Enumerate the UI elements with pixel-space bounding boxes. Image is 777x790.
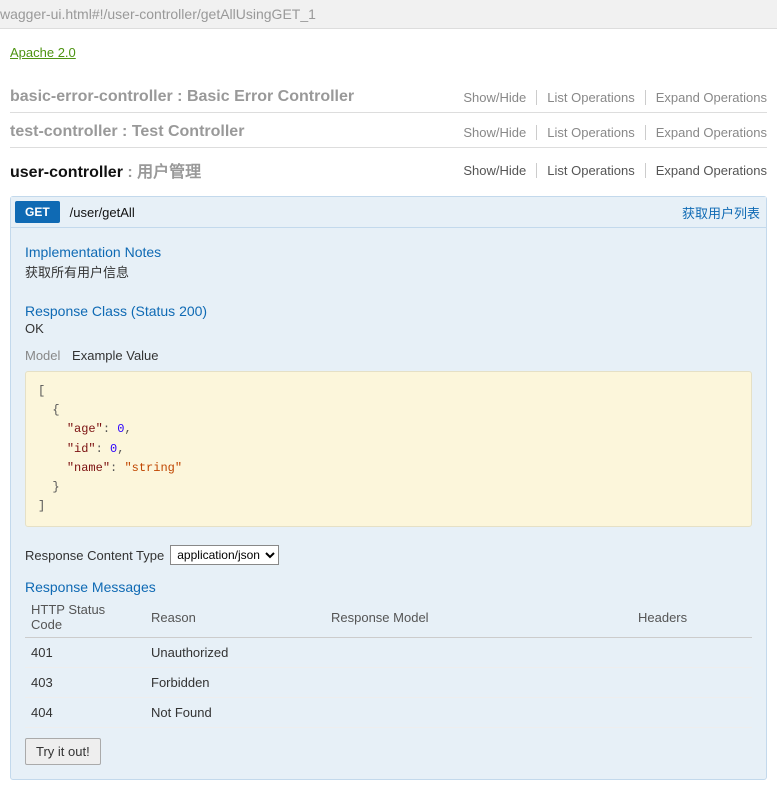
col-response-model: Response Model: [325, 597, 632, 638]
show-hide-link[interactable]: Show/Hide: [453, 125, 537, 140]
model-tab[interactable]: Model: [25, 348, 60, 363]
col-reason: Reason: [145, 597, 325, 638]
col-http-status: HTTP Status Code: [25, 597, 145, 638]
try-it-out-button[interactable]: Try it out!: [25, 738, 101, 765]
http-method-badge: GET: [15, 201, 60, 223]
controller-name: basic-error-controller: [10, 88, 173, 105]
show-hide-link[interactable]: Show/Hide: [453, 90, 537, 105]
response-messages-table: HTTP Status Code Reason Response Model H…: [25, 597, 752, 728]
controller-ops: Show/Hide List Operations Expand Operati…: [453, 90, 767, 105]
controller-row-basic-error[interactable]: basic-error-controller : Basic Error Con…: [10, 78, 767, 113]
url-bar: wagger-ui.html#!/user-controller/getAllU…: [0, 0, 777, 29]
operation-summary: 获取用户列表: [682, 203, 760, 222]
list-operations-link[interactable]: List Operations: [537, 125, 645, 140]
response-class-status: OK: [25, 321, 752, 336]
expand-operations-link[interactable]: Expand Operations: [646, 163, 767, 178]
model-example-switch: Model Example Value: [25, 336, 752, 371]
table-row: 401 Unauthorized: [25, 638, 752, 668]
expand-operations-link[interactable]: Expand Operations: [646, 90, 767, 105]
col-headers: Headers: [632, 597, 752, 638]
controller-row-test[interactable]: test-controller : Test Controller Show/H…: [10, 113, 767, 148]
table-row: 404 Not Found: [25, 698, 752, 728]
controller-desc: 用户管理: [137, 164, 201, 181]
controller-ops: Show/Hide List Operations Expand Operati…: [453, 125, 767, 140]
url-text: wagger-ui.html#!/user-controller/getAllU…: [0, 6, 316, 22]
example-value-tab[interactable]: Example Value: [72, 348, 158, 363]
response-class-heading: Response Class (Status 200): [25, 297, 752, 321]
operation-path: /user/getAll: [70, 205, 135, 220]
controller-desc: Basic Error Controller: [187, 88, 354, 105]
response-content-type-label: Response Content Type: [25, 548, 164, 563]
controller-name: user-controller: [10, 164, 123, 181]
license-link[interactable]: Apache 2.0: [10, 45, 76, 60]
operation-panel: GET /user/getAll 获取用户列表 Implementation N…: [10, 196, 767, 780]
show-hide-link[interactable]: Show/Hide: [453, 163, 537, 178]
implementation-notes-text: 获取所有用户信息: [25, 262, 752, 281]
implementation-notes-heading: Implementation Notes: [25, 238, 752, 262]
list-operations-link[interactable]: List Operations: [537, 90, 645, 105]
response-messages-heading: Response Messages: [25, 575, 752, 597]
expand-operations-link[interactable]: Expand Operations: [646, 125, 767, 140]
controller-row-user[interactable]: user-controller : 用户管理 Show/Hide List Op…: [10, 148, 767, 188]
operation-header[interactable]: GET /user/getAll 获取用户列表: [11, 197, 766, 228]
table-row: 403 Forbidden: [25, 668, 752, 698]
controller-name: test-controller: [10, 123, 118, 140]
controller-ops: Show/Hide List Operations Expand Operati…: [453, 163, 767, 178]
example-json-block[interactable]: [ { "age": 0, "id": 0, "name": "string" …: [25, 371, 752, 527]
controller-desc: Test Controller: [132, 123, 245, 140]
list-operations-link[interactable]: List Operations: [537, 163, 645, 178]
response-content-type-select[interactable]: application/json: [170, 545, 279, 565]
